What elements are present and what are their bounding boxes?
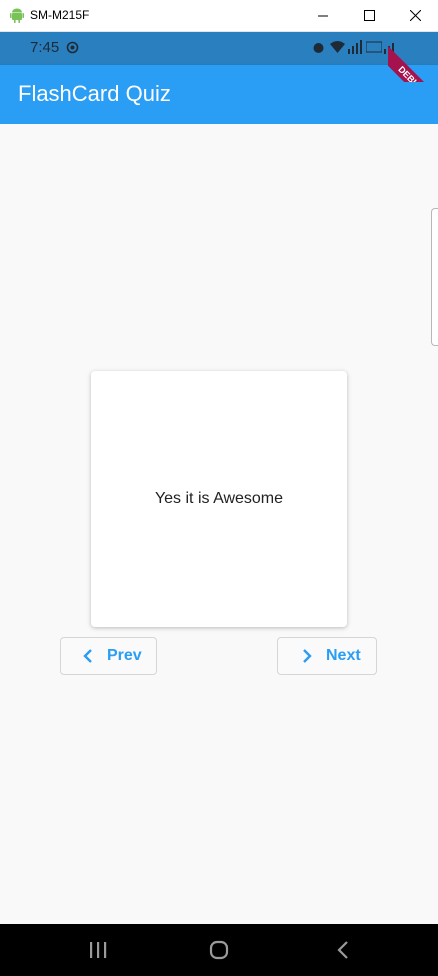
android-icon bbox=[10, 8, 24, 23]
window-title: SM-M215F bbox=[30, 8, 90, 22]
main-content: Yes it is Awesome Prev Next bbox=[0, 124, 438, 924]
flash-card[interactable]: Yes it is Awesome bbox=[91, 371, 347, 627]
back-icon[interactable] bbox=[334, 940, 354, 960]
chevron-right-icon bbox=[303, 649, 312, 663]
volte-icon bbox=[366, 41, 382, 53]
close-icon bbox=[409, 10, 421, 21]
flash-card-text: Yes it is Awesome bbox=[154, 490, 284, 507]
app-bar: FlashCard Quiz bbox=[0, 65, 438, 124]
next-button-label: Next bbox=[326, 647, 361, 664]
maximize-icon bbox=[363, 10, 375, 21]
recent-apps-icon[interactable] bbox=[88, 940, 108, 960]
home-icon[interactable] bbox=[209, 940, 229, 960]
close-button[interactable] bbox=[392, 0, 438, 31]
prev-button[interactable]: Prev bbox=[60, 637, 157, 675]
status-time: 7:45 bbox=[30, 39, 60, 56]
prev-button-label: Prev bbox=[107, 647, 142, 664]
minimize-icon bbox=[317, 15, 328, 17]
side-handle[interactable] bbox=[431, 208, 438, 346]
status-bar: 7:45 bbox=[0, 32, 438, 65]
wifi-icon bbox=[330, 41, 345, 53]
debug-banner: DEBUG bbox=[388, 32, 438, 82]
navigation-bar bbox=[0, 924, 438, 976]
app-title: FlashCard Quiz bbox=[18, 81, 171, 106]
window-titlebar: SM-M215F bbox=[0, 0, 438, 32]
debug-banner-label: DEBUG bbox=[388, 46, 438, 82]
maximize-button[interactable] bbox=[346, 0, 392, 31]
signal-icon bbox=[348, 40, 362, 54]
chevron-left-icon bbox=[83, 649, 92, 663]
alarm-icon bbox=[313, 43, 324, 53]
minimize-button[interactable] bbox=[300, 0, 346, 31]
sync-icon bbox=[66, 41, 79, 54]
next-button[interactable]: Next bbox=[277, 637, 377, 675]
